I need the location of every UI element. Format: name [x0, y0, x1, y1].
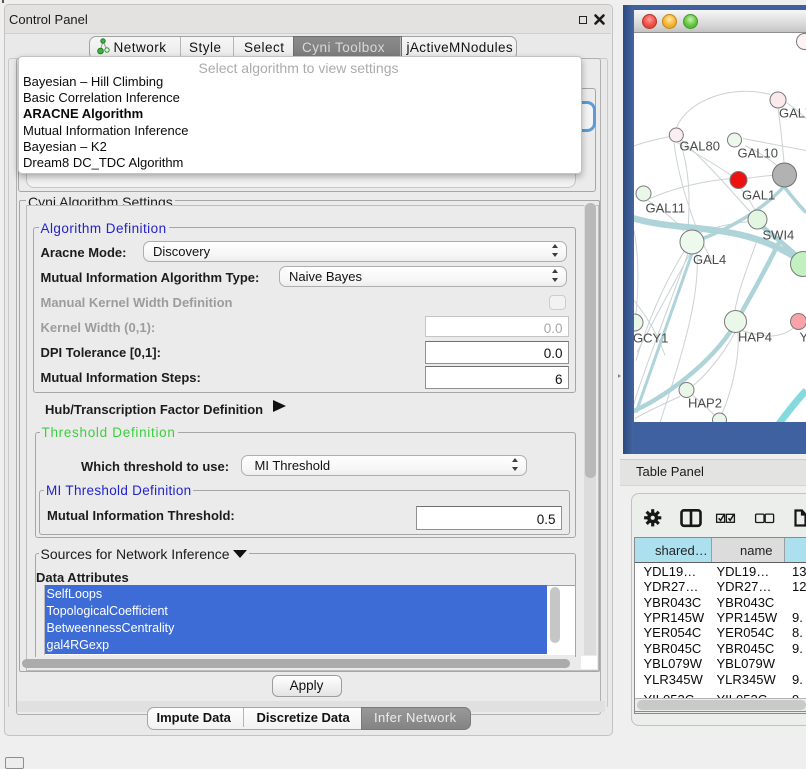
svg-text:Y: Y: [800, 329, 806, 344]
svg-text:HAP2: HAP2: [688, 395, 722, 410]
svg-text:GAL10: GAL10: [738, 145, 778, 160]
svg-text:GCY1: GCY1: [634, 330, 668, 345]
svg-text:GAL80: GAL80: [680, 138, 720, 153]
svg-text:GAL1: GAL1: [742, 187, 775, 202]
svg-text:GAL4: GAL4: [693, 252, 726, 267]
svg-text:GAL11: GAL11: [646, 200, 686, 215]
svg-text:SWI4: SWI4: [763, 227, 795, 242]
svg-text:HAP4: HAP4: [738, 329, 772, 344]
svg-text:GAL7: GAL7: [779, 105, 806, 120]
